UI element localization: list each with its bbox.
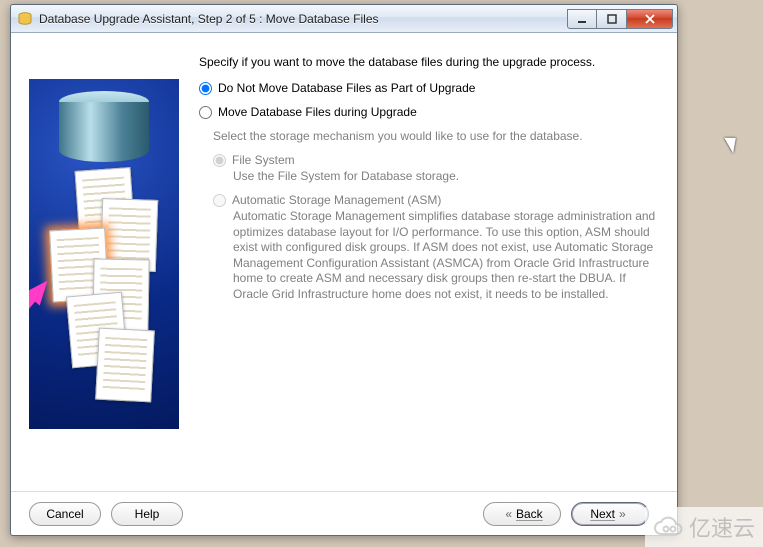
intro-text: Specify if you want to move the database… — [199, 55, 659, 69]
radio-do-not-move[interactable] — [199, 82, 212, 95]
back-button[interactable]: « Back — [483, 502, 561, 526]
option-move-label: Move Database Files during Upgrade — [218, 105, 417, 119]
titlebar[interactable]: Database Upgrade Assistant, Step 2 of 5 … — [11, 5, 677, 33]
window-buttons — [567, 9, 673, 29]
button-row: Cancel Help « Back Next » — [11, 491, 677, 535]
app-icon — [17, 11, 33, 27]
radio-move[interactable] — [199, 106, 212, 119]
chevron-right-icon: » — [619, 507, 626, 521]
main-column: Specify if you want to move the database… — [179, 55, 659, 481]
option-do-not-move[interactable]: Do Not Move Database Files as Part of Up… — [199, 81, 659, 95]
minimize-button[interactable] — [567, 9, 597, 29]
maximize-icon — [607, 14, 617, 24]
option-move[interactable]: Move Database Files during Upgrade — [199, 105, 659, 119]
option-file-system-label: File System — [232, 153, 295, 167]
storage-options: File System Use the File System for Data… — [213, 153, 659, 303]
cancel-button[interactable]: Cancel — [29, 502, 101, 526]
next-button[interactable]: Next » — [571, 502, 649, 526]
close-button[interactable] — [627, 9, 673, 29]
radio-file-system — [213, 154, 226, 167]
content-area: Specify if you want to move the database… — [11, 33, 677, 491]
watermark-text: 亿速云 — [689, 511, 755, 543]
dialog-window: Database Upgrade Assistant, Step 2 of 5 … — [10, 4, 678, 536]
help-button[interactable]: Help — [111, 502, 183, 526]
option-asm-label: Automatic Storage Management (ASM) — [232, 193, 441, 207]
asm-desc: Automatic Storage Management simplifies … — [233, 209, 659, 303]
file-system-desc: Use the File System for Database storage… — [233, 169, 659, 183]
cloud-icon — [653, 516, 685, 538]
option-asm: Automatic Storage Management (ASM) — [213, 193, 659, 207]
radio-asm — [213, 194, 226, 207]
minimize-icon — [577, 14, 587, 24]
mouse-cursor — [724, 133, 742, 154]
select-mechanism-text: Select the storage mechanism you would l… — [213, 129, 659, 143]
window-title: Database Upgrade Assistant, Step 2 of 5 … — [39, 12, 567, 26]
close-icon — [644, 13, 656, 25]
wizard-graphic — [29, 79, 179, 429]
option-file-system: File System — [213, 153, 659, 167]
maximize-button[interactable] — [597, 9, 627, 29]
watermark: 亿速云 — [645, 507, 763, 547]
option-do-not-move-label: Do Not Move Database Files as Part of Up… — [218, 81, 475, 95]
chevron-left-icon: « — [505, 507, 512, 521]
